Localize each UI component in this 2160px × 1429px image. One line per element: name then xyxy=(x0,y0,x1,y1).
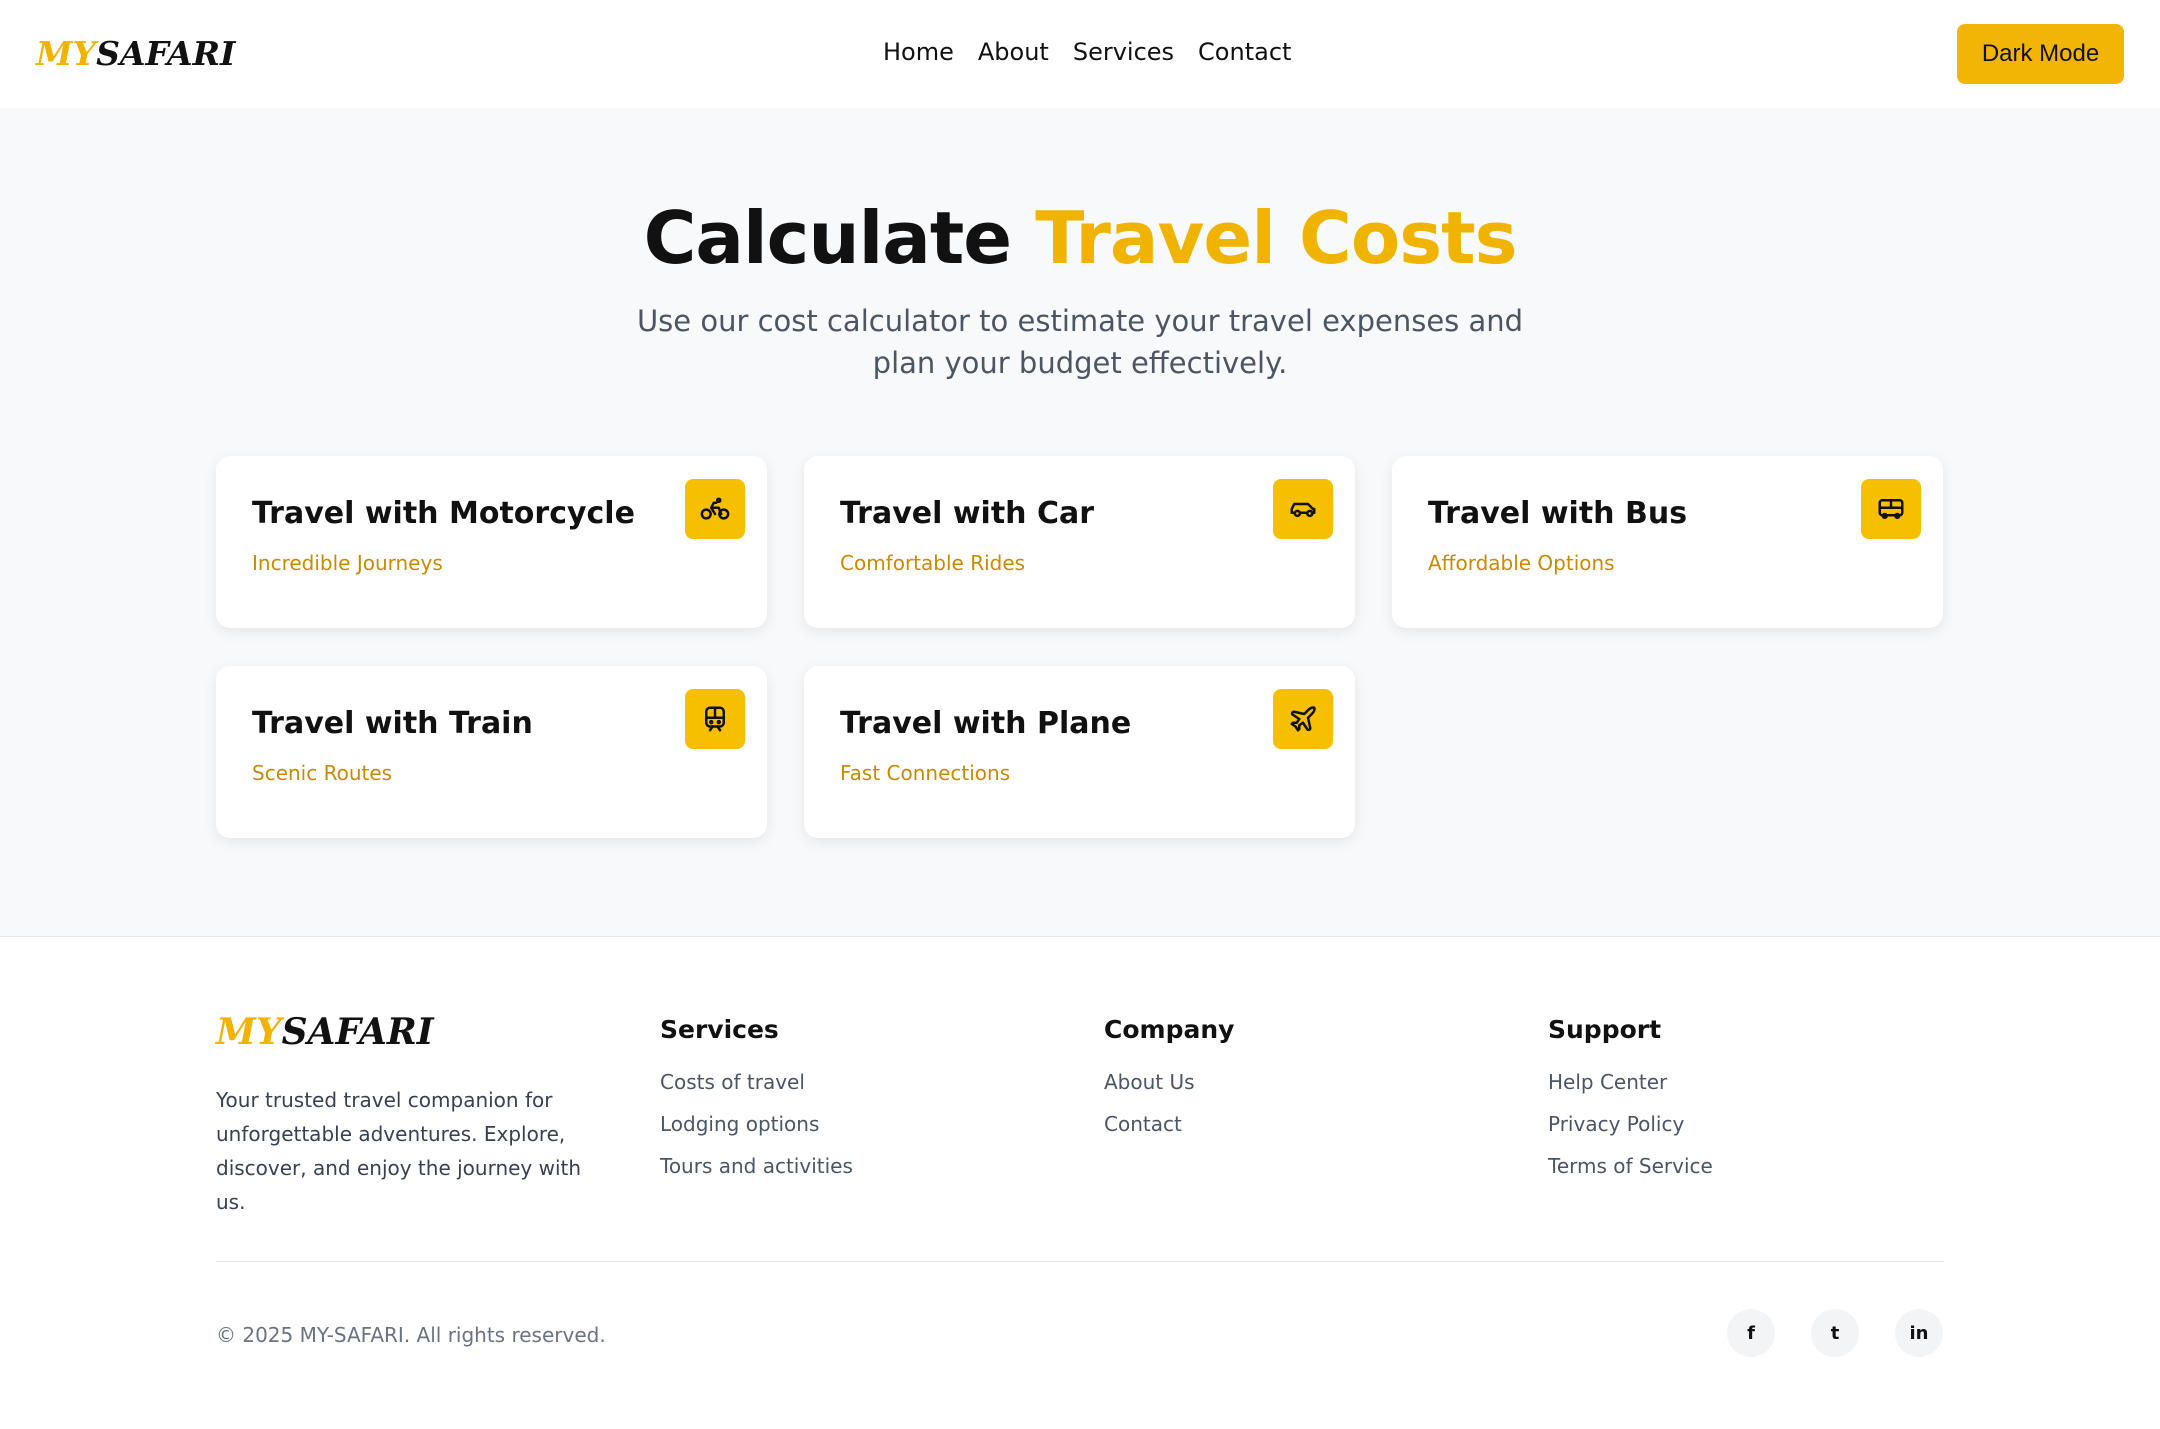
card-subtitle: Comfortable Rides xyxy=(840,551,1026,575)
footer-column-heading: Support xyxy=(1548,1015,1662,1044)
footer-link-contact[interactable]: Contact xyxy=(1104,1112,1234,1138)
social-links: f t in xyxy=(1727,1309,1943,1357)
footer-link-about-us[interactable]: About Us xyxy=(1104,1070,1234,1096)
footer-link-help-center[interactable]: Help Center xyxy=(1548,1070,1713,1096)
page-subtitle: Use our cost calculator to estimate your… xyxy=(636,304,1524,380)
footer-logo[interactable]: MYSAFARI xyxy=(216,1011,434,1053)
train-icon xyxy=(685,689,745,749)
card-title: Travel with Plane xyxy=(840,706,1132,741)
footer-logo-my: MY xyxy=(216,1011,282,1053)
motorcycle-icon xyxy=(685,479,745,539)
footer-logo-safari: SAFARI xyxy=(281,1011,434,1053)
title-accent: Travel Costs xyxy=(1035,196,1517,280)
card-motorcycle[interactable]: Travel with Motorcycle Incredible Journe… xyxy=(216,456,767,628)
footer-link-costs-of-travel[interactable]: Costs of travel xyxy=(660,1070,853,1096)
linkedin-icon[interactable]: in xyxy=(1895,1309,1943,1357)
card-subtitle: Fast Connections xyxy=(840,761,1011,785)
title-plain: Calculate xyxy=(643,196,1036,280)
card-plane[interactable]: Travel with Plane Fast Connections xyxy=(804,666,1355,838)
nav-services-link[interactable]: Services xyxy=(1073,38,1174,66)
card-car[interactable]: Travel with Car Comfortable Rides xyxy=(804,456,1355,628)
facebook-icon[interactable]: f xyxy=(1727,1309,1775,1357)
plane-icon xyxy=(1273,689,1333,749)
footer-divider xyxy=(216,1261,1944,1262)
logo-safari: SAFARI xyxy=(96,34,236,73)
logo-my: MY xyxy=(36,34,97,73)
card-title: Travel with Bus xyxy=(1428,496,1688,531)
main-nav: Home About Services Contact xyxy=(883,38,1291,66)
car-icon xyxy=(1273,479,1333,539)
footer-company-column: Company About Us Contact xyxy=(1104,1015,1234,1154)
card-train[interactable]: Travel with Train Scenic Routes xyxy=(216,666,767,838)
card-title: Travel with Car xyxy=(840,496,1095,531)
site-logo[interactable]: MYSAFARI xyxy=(36,34,236,73)
dark-mode-button[interactable]: Dark Mode xyxy=(1957,24,2124,84)
footer-about-text: Your trusted travel companion for unforg… xyxy=(216,1088,582,1214)
footer-column-heading: Company xyxy=(1104,1015,1235,1044)
twitter-icon[interactable]: t xyxy=(1811,1309,1859,1357)
card-subtitle: Affordable Options xyxy=(1428,551,1615,575)
footer-link-tours-activities[interactable]: Tours and activities xyxy=(660,1154,853,1180)
nav-home-link[interactable]: Home xyxy=(883,38,954,66)
bus-icon xyxy=(1861,479,1921,539)
card-bus[interactable]: Travel with Bus Affordable Options xyxy=(1392,456,1943,628)
site-header: MYSAFARI Home About Services Contact Dar… xyxy=(0,0,2160,108)
nav-contact-link[interactable]: Contact xyxy=(1198,38,1291,66)
card-subtitle: Scenic Routes xyxy=(252,761,393,785)
footer-link-lodging-options[interactable]: Lodging options xyxy=(660,1112,853,1138)
card-subtitle: Incredible Journeys xyxy=(252,551,443,575)
footer-support-column: Support Help Center Privacy Policy Terms… xyxy=(1548,1015,1713,1196)
footer-link-terms-of-service[interactable]: Terms of Service xyxy=(1548,1154,1713,1180)
site-footer: MYSAFARI Your trusted travel companion f… xyxy=(0,936,2160,1429)
footer-link-privacy-policy[interactable]: Privacy Policy xyxy=(1548,1112,1713,1138)
page-title: Calculate Travel Costs xyxy=(0,196,2160,280)
footer-services-column: Services Costs of travel Lodging options… xyxy=(660,1015,853,1196)
card-title: Travel with Motorcycle xyxy=(252,496,635,531)
card-title: Travel with Train xyxy=(252,706,533,741)
nav-about-link[interactable]: About xyxy=(978,38,1049,66)
copyright-text: © 2025 MY-SAFARI. All rights reserved. xyxy=(216,1323,606,1347)
footer-column-heading: Services xyxy=(660,1015,779,1044)
